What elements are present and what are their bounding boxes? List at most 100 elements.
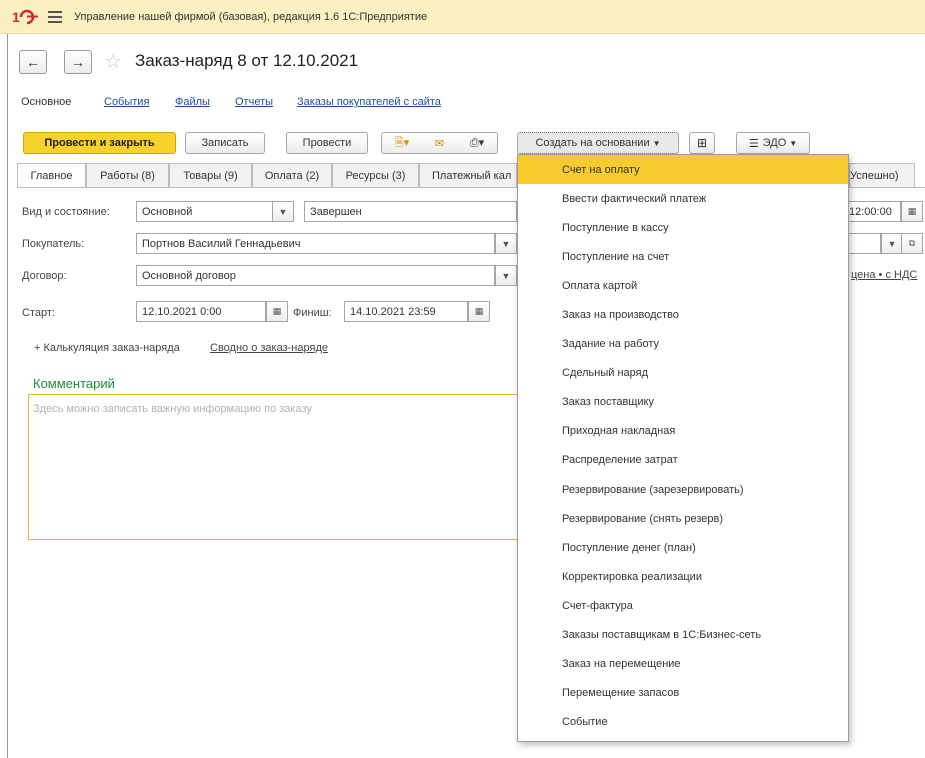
- menu-item[interactable]: Корректировка реализации: [518, 562, 848, 591]
- tab-works[interactable]: Работы (8): [86, 163, 169, 187]
- contract-field[interactable]: Основной договор: [136, 265, 495, 286]
- comment-textarea[interactable]: Здесь можно записать важную информацию п…: [28, 394, 518, 540]
- back-button[interactable]: ←: [19, 50, 47, 74]
- tab-resources[interactable]: Ресурсы (3): [332, 163, 419, 187]
- section-site-orders[interactable]: Заказы покупателей с сайта: [297, 96, 441, 108]
- chevron-down-icon: ▼: [501, 270, 511, 281]
- start-calendar-button[interactable]: ▦: [266, 301, 288, 322]
- menu-item[interactable]: Резервирование (зарезервировать): [518, 475, 848, 504]
- tab-payment[interactable]: Оплата (2): [252, 163, 332, 187]
- create-based-on-menu: Счет на оплату Ввести фактический платеж П…: [517, 154, 849, 742]
- right-dropdown-button[interactable]: ▼: [881, 233, 903, 254]
- frame-divider: [7, 34, 8, 758]
- menu-item[interactable]: Заказ на перемещение: [518, 650, 848, 679]
- arrow-left-icon: ←: [26, 54, 40, 70]
- open-icon: ⧉: [908, 238, 916, 248]
- tab-main[interactable]: Главное: [17, 163, 86, 188]
- finish-value: 14.10.2021 23:59: [350, 305, 436, 318]
- forward-button[interactable]: →: [64, 50, 92, 74]
- structure-button[interactable]: ⊞: [689, 132, 715, 154]
- section-main[interactable]: Основное: [21, 96, 71, 108]
- contract-dropdown-button[interactable]: ▼: [495, 265, 517, 286]
- create-based-on-label: Создать на основании: [535, 137, 650, 149]
- time-value: 12:00:00: [849, 205, 892, 218]
- finish-calendar-button[interactable]: ▦: [468, 301, 490, 322]
- favorite-star-icon[interactable]: ☆: [104, 50, 122, 74]
- print-icon[interactable]: ⎙▾: [470, 136, 484, 150]
- price-link[interactable]: цена • с НДС: [851, 269, 917, 281]
- menu-item[interactable]: Заказ на производство: [518, 300, 848, 329]
- summary-link[interactable]: Сводно о заказ-наряде: [210, 342, 328, 354]
- menu-item[interactable]: Оплата картой: [518, 271, 848, 300]
- section-files[interactable]: Файлы: [175, 96, 210, 108]
- kind-dropdown-button[interactable]: ▼: [272, 201, 294, 222]
- menu-item[interactable]: Распределение затрат: [518, 446, 848, 475]
- start-value: 12.10.2021 0:00: [142, 305, 222, 318]
- start-label: Старт:: [22, 307, 55, 319]
- menu-item[interactable]: Заказы поставщикам в 1С:Бизнес-сеть: [518, 621, 848, 650]
- calendar-icon: ▦: [272, 306, 282, 316]
- comment-placeholder: Здесь можно записать важную информацию п…: [33, 403, 312, 415]
- chevron-down-icon: ▼: [501, 238, 511, 249]
- buyer-label: Покупатель:: [22, 238, 85, 250]
- calendar-icon: ▦: [474, 306, 484, 316]
- tab-status-fragment[interactable]: Успешно): [849, 163, 915, 187]
- arrow-right-icon: →: [71, 54, 85, 70]
- save-button[interactable]: Записать: [185, 132, 265, 154]
- menu-item[interactable]: Поступление в кассу: [518, 213, 848, 242]
- buyer-dropdown-button[interactable]: ▼: [495, 233, 517, 254]
- comment-title: Комментарий: [33, 376, 115, 391]
- section-events[interactable]: События: [104, 96, 149, 108]
- right-field-2[interactable]: [849, 233, 881, 254]
- chevron-down-icon: ▼: [652, 138, 661, 148]
- output-buttons-group[interactable]: 🗎▾ ✉ ⎙▾: [381, 132, 498, 154]
- edo-icon: ☰: [748, 137, 759, 150]
- menu-icon[interactable]: [48, 10, 62, 23]
- 1c-logo-icon[interactable]: 1: [12, 9, 40, 25]
- menu-item[interactable]: Событие: [518, 708, 848, 737]
- buyer-field[interactable]: Портнов Василий Геннадьевич: [136, 233, 495, 254]
- structure-icon: ⊞: [696, 136, 708, 150]
- document-add-icon[interactable]: 🗎▾: [395, 134, 409, 153]
- post-and-close-button[interactable]: Провести и закрыть: [23, 132, 176, 154]
- chevron-down-icon: ▼: [278, 206, 288, 217]
- status-field[interactable]: Завершен: [304, 201, 517, 222]
- edo-button[interactable]: ☰ ЭДО ▼: [736, 132, 810, 154]
- menu-item[interactable]: Счет на оплату: [518, 155, 848, 185]
- menu-item[interactable]: Поступление денег (план): [518, 533, 848, 562]
- finish-label: Финиш:: [293, 307, 332, 319]
- tab-payment-calendar[interactable]: Платежный кал: [419, 163, 517, 187]
- document-title: Заказ-наряд 8 от 12.10.2021: [135, 51, 359, 70]
- menu-item[interactable]: Резервирование (снять резерв): [518, 504, 848, 533]
- tab-goods[interactable]: Товары (9): [169, 163, 252, 187]
- status-value: Завершен: [310, 205, 362, 218]
- start-field[interactable]: 12.10.2021 0:00: [136, 301, 266, 322]
- edo-label: ЭДО: [762, 137, 787, 149]
- chevron-down-icon: ▼: [789, 138, 798, 148]
- menu-item[interactable]: Ввести фактический платеж: [518, 184, 848, 213]
- section-reports[interactable]: Отчеты: [235, 96, 273, 108]
- post-button[interactable]: Провести: [286, 132, 368, 154]
- menu-item[interactable]: Задание на работу: [518, 330, 848, 359]
- buyer-value: Портнов Василий Геннадьевич: [142, 237, 301, 250]
- menu-item[interactable]: Перемещение запасов: [518, 679, 848, 708]
- menu-item[interactable]: Приходная накладная: [518, 417, 848, 446]
- create-based-on-button[interactable]: Создать на основании ▼: [517, 132, 679, 154]
- contract-label: Договор:: [22, 270, 67, 282]
- open-button[interactable]: ⧉: [901, 233, 923, 254]
- menu-item[interactable]: Заказ поставщику: [518, 388, 848, 417]
- menu-item[interactable]: Поступление на счет: [518, 242, 848, 271]
- calendar-button[interactable]: ▦: [901, 201, 923, 222]
- svg-text:1: 1: [12, 9, 20, 25]
- kind-value: Основной: [142, 205, 193, 218]
- contract-value: Основной договор: [142, 269, 236, 282]
- calendar-icon: ▦: [907, 206, 917, 216]
- kind-field[interactable]: Основной: [136, 201, 294, 222]
- menu-item[interactable]: Сдельный наряд: [518, 359, 848, 388]
- menu-item[interactable]: Счет-фактура: [518, 591, 848, 620]
- calculation-link[interactable]: + Калькуляция заказ-наряда: [34, 342, 180, 354]
- time-field[interactable]: 12:00:00: [849, 201, 901, 222]
- mail-icon[interactable]: ✉: [435, 137, 444, 150]
- finish-field[interactable]: 14.10.2021 23:59: [344, 301, 468, 322]
- chevron-down-icon: ▼: [887, 238, 897, 249]
